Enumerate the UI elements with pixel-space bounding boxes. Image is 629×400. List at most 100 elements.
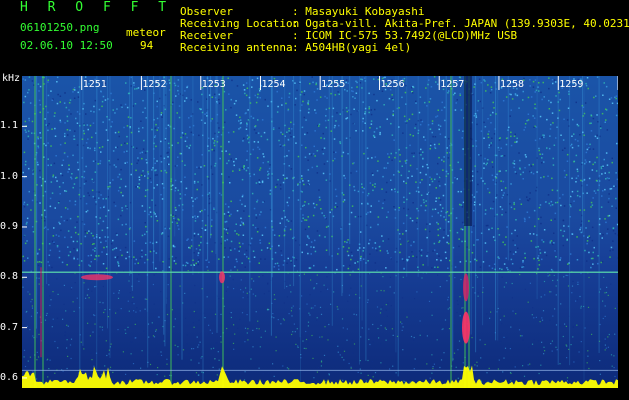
noise-speck xyxy=(459,315,461,317)
noise-speck xyxy=(414,358,416,360)
meteor-count: 94 xyxy=(140,39,154,52)
noise-speck xyxy=(184,133,187,135)
noise-speck xyxy=(484,80,486,82)
noise-speck xyxy=(50,90,52,92)
noise-speck xyxy=(160,354,163,356)
noise-speck xyxy=(142,170,144,172)
noise-speck xyxy=(503,315,505,317)
noise-speck xyxy=(242,242,244,245)
noise-speck xyxy=(288,96,290,98)
noise-speck xyxy=(486,162,488,164)
noise-speck xyxy=(316,317,318,319)
noise-speck xyxy=(252,346,254,348)
noise-speck xyxy=(500,180,502,182)
noise-speck xyxy=(323,215,325,217)
noise-speck xyxy=(324,326,326,328)
noise-speck xyxy=(39,169,41,172)
noise-speck xyxy=(525,156,527,158)
x-tick-label: 1258 xyxy=(500,79,524,90)
noise-speck xyxy=(213,140,216,142)
noise-speck xyxy=(288,127,290,130)
noise-speck xyxy=(324,119,327,122)
noise-speck xyxy=(426,363,428,365)
noise-speck xyxy=(300,220,303,222)
noise-speck xyxy=(480,81,483,84)
noise-speck xyxy=(370,113,373,116)
noise-speck xyxy=(509,115,511,117)
noise-speck xyxy=(59,119,61,122)
noise-speck xyxy=(579,209,581,211)
noise-speck xyxy=(138,127,140,130)
noise-speck xyxy=(342,194,345,196)
noise-speck xyxy=(437,266,439,268)
noise-speck xyxy=(232,278,234,281)
noise-speck xyxy=(220,242,223,245)
noise-speck xyxy=(488,130,490,133)
noise-speck xyxy=(246,332,248,334)
noise-speck xyxy=(514,366,516,368)
noise-speck xyxy=(437,162,439,165)
noise-speck xyxy=(428,300,431,302)
noise-speck xyxy=(189,144,192,147)
noise-speck xyxy=(443,352,445,354)
noise-speck xyxy=(537,340,540,342)
noise-speck xyxy=(599,233,601,235)
noise-speck xyxy=(447,90,450,92)
noise-speck xyxy=(66,120,69,122)
noise-speck xyxy=(515,313,517,315)
noise-speck xyxy=(526,196,528,198)
noise-speck xyxy=(595,95,597,97)
noise-speck xyxy=(273,234,276,236)
noise-speck xyxy=(569,253,572,255)
noise-speck xyxy=(105,129,108,131)
noise-speck xyxy=(273,317,275,319)
noise-speck xyxy=(506,337,508,339)
noise-speck xyxy=(567,225,570,228)
noise-speck xyxy=(372,376,374,378)
noise-speck xyxy=(220,194,223,196)
noise-speck xyxy=(436,173,438,175)
noise-speck xyxy=(123,151,125,153)
noise-speck xyxy=(73,138,76,140)
noise-speck xyxy=(552,122,554,124)
noise-speck xyxy=(437,83,439,86)
noise-speck xyxy=(586,240,589,242)
noise-speck xyxy=(585,82,587,85)
noise-speck xyxy=(334,188,337,191)
noise-speck xyxy=(150,181,152,183)
noise-speck xyxy=(232,131,235,133)
noise-speck xyxy=(570,143,573,146)
noise-speck xyxy=(72,186,74,189)
noise-speck xyxy=(510,93,512,96)
noise-speck xyxy=(256,327,258,330)
noise-speck xyxy=(94,247,96,249)
noise-speck xyxy=(546,147,548,149)
signal-trace xyxy=(22,365,618,388)
noise-speck xyxy=(310,154,313,156)
noise-speck xyxy=(127,300,129,302)
noise-speck xyxy=(126,142,128,145)
noise-speck xyxy=(477,292,479,294)
noise-speck xyxy=(136,147,138,149)
noise-speck xyxy=(440,359,443,361)
noise-speck xyxy=(255,214,257,216)
noise-speck xyxy=(309,267,312,269)
noise-speck xyxy=(351,339,353,341)
noise-speck xyxy=(314,305,316,307)
noise-speck xyxy=(498,139,501,141)
noise-speck xyxy=(594,135,597,138)
noise-speck xyxy=(105,197,107,200)
noise-speck xyxy=(203,165,206,167)
noise-speck xyxy=(368,106,370,108)
noise-speck xyxy=(404,91,407,94)
noise-speck xyxy=(103,205,106,208)
noise-speck xyxy=(580,272,582,275)
noise-speck xyxy=(414,298,416,300)
noise-speck xyxy=(227,213,229,215)
noise-speck xyxy=(431,131,433,134)
noise-speck xyxy=(563,169,566,172)
noise-speck xyxy=(320,291,322,293)
noise-speck xyxy=(243,165,245,168)
noise-speck xyxy=(302,100,304,103)
noise-speck xyxy=(67,355,69,357)
